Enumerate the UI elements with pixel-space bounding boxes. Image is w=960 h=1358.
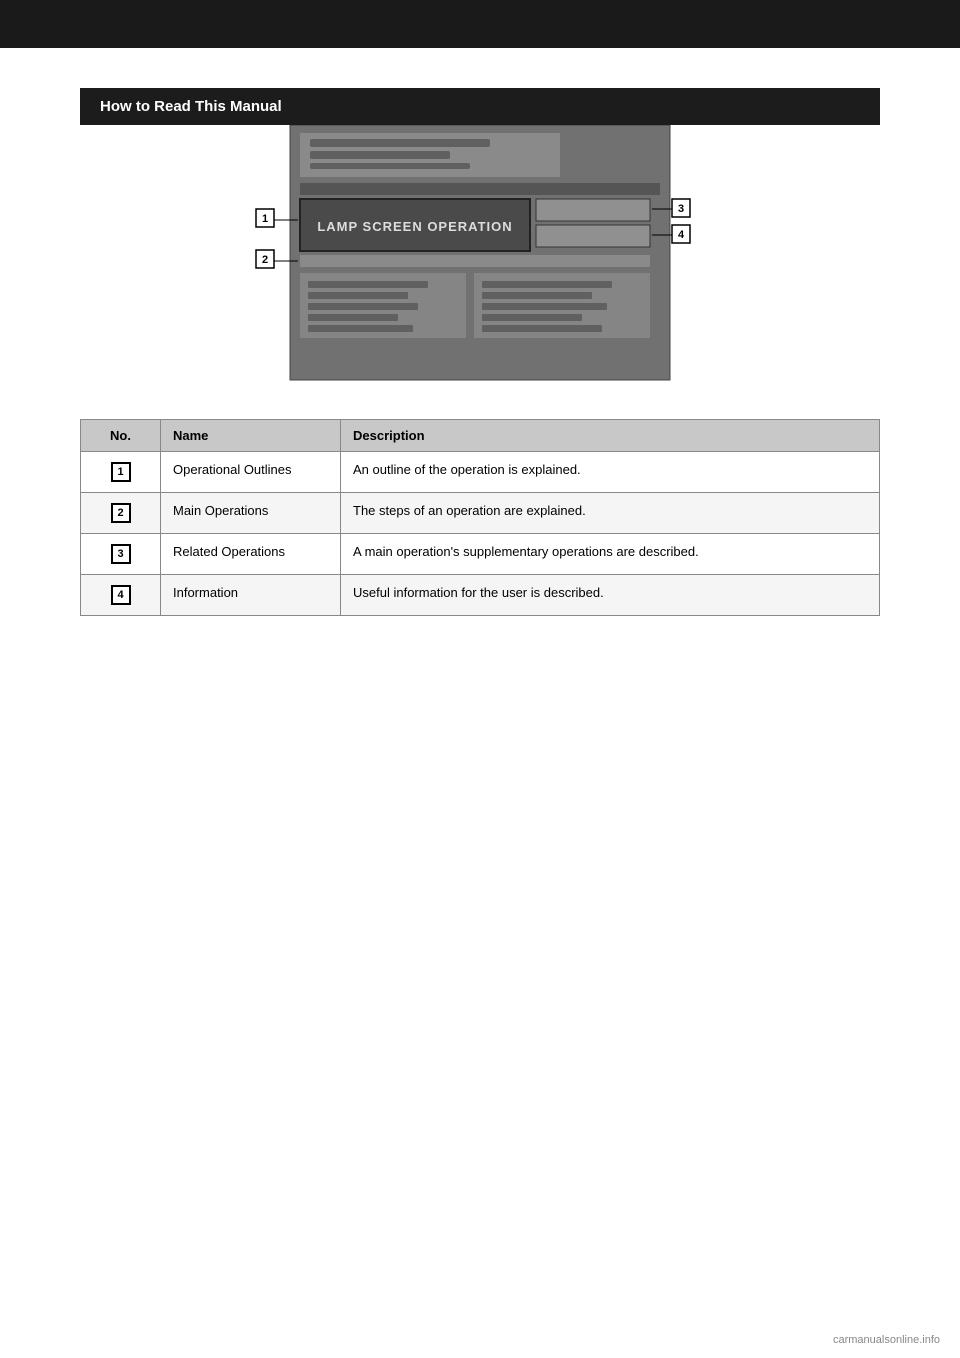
row-badge-4: 4 (111, 585, 131, 605)
col-header-description: Description (341, 420, 880, 452)
row-badge-1: 1 (111, 462, 131, 482)
main-content: How to Read This Manual LAMP SCREEN OPER… (0, 48, 960, 656)
svg-text:3: 3 (678, 203, 684, 215)
col-header-no: No. (81, 420, 161, 452)
table-cell-description: A main operation's supplementary operati… (341, 534, 880, 575)
section-title: How to Read This Manual (100, 98, 282, 115)
table-cell-name: Related Operations (161, 534, 341, 575)
diagram-section: LAMP SCREEN OPERATION (155, 125, 805, 395)
svg-text:2: 2 (262, 254, 268, 266)
top-bar (0, 0, 960, 48)
svg-text:4: 4 (678, 229, 685, 241)
table-cell-no: 3 (81, 534, 161, 575)
row-badge-2: 2 (111, 503, 131, 523)
svg-text:1: 1 (262, 213, 268, 225)
table-cell-name: Operational Outlines (161, 452, 341, 493)
row-badge-3: 3 (111, 544, 131, 564)
table-cell-name: Information (161, 575, 341, 616)
table-cell-no: 1 (81, 452, 161, 493)
table-row: 1 Operational OutlinesAn outline of the o… (81, 452, 880, 493)
watermark: carmanualsonline.info (833, 1334, 940, 1346)
table-cell-description: An outline of the operation is explained… (341, 452, 880, 493)
table-cell-name: Main Operations (161, 493, 341, 534)
info-table: No. Name Description 1 Operational Outlin… (80, 419, 880, 616)
col-header-name: Name (161, 420, 341, 452)
table-row: 2 Main OperationsThe steps of an operatio… (81, 493, 880, 534)
table-row: 3 Related OperationsA main operation's su… (81, 534, 880, 575)
table-row: 4 InformationUseful information for the u… (81, 575, 880, 616)
table-cell-no: 2 (81, 493, 161, 534)
svg-text:LAMP SCREEN OPERATION: LAMP SCREEN OPERATION (317, 219, 512, 234)
section-title-bar: How to Read This Manual (80, 88, 880, 125)
table-cell-description: The steps of an operation are explained. (341, 493, 880, 534)
page: How to Read This Manual LAMP SCREEN OPER… (0, 0, 960, 1358)
table-cell-no: 4 (81, 575, 161, 616)
diagram-svg: LAMP SCREEN OPERATION (210, 125, 750, 395)
table-cell-description: Useful information for the user is descr… (341, 575, 880, 616)
table-header-row: No. Name Description (81, 420, 880, 452)
